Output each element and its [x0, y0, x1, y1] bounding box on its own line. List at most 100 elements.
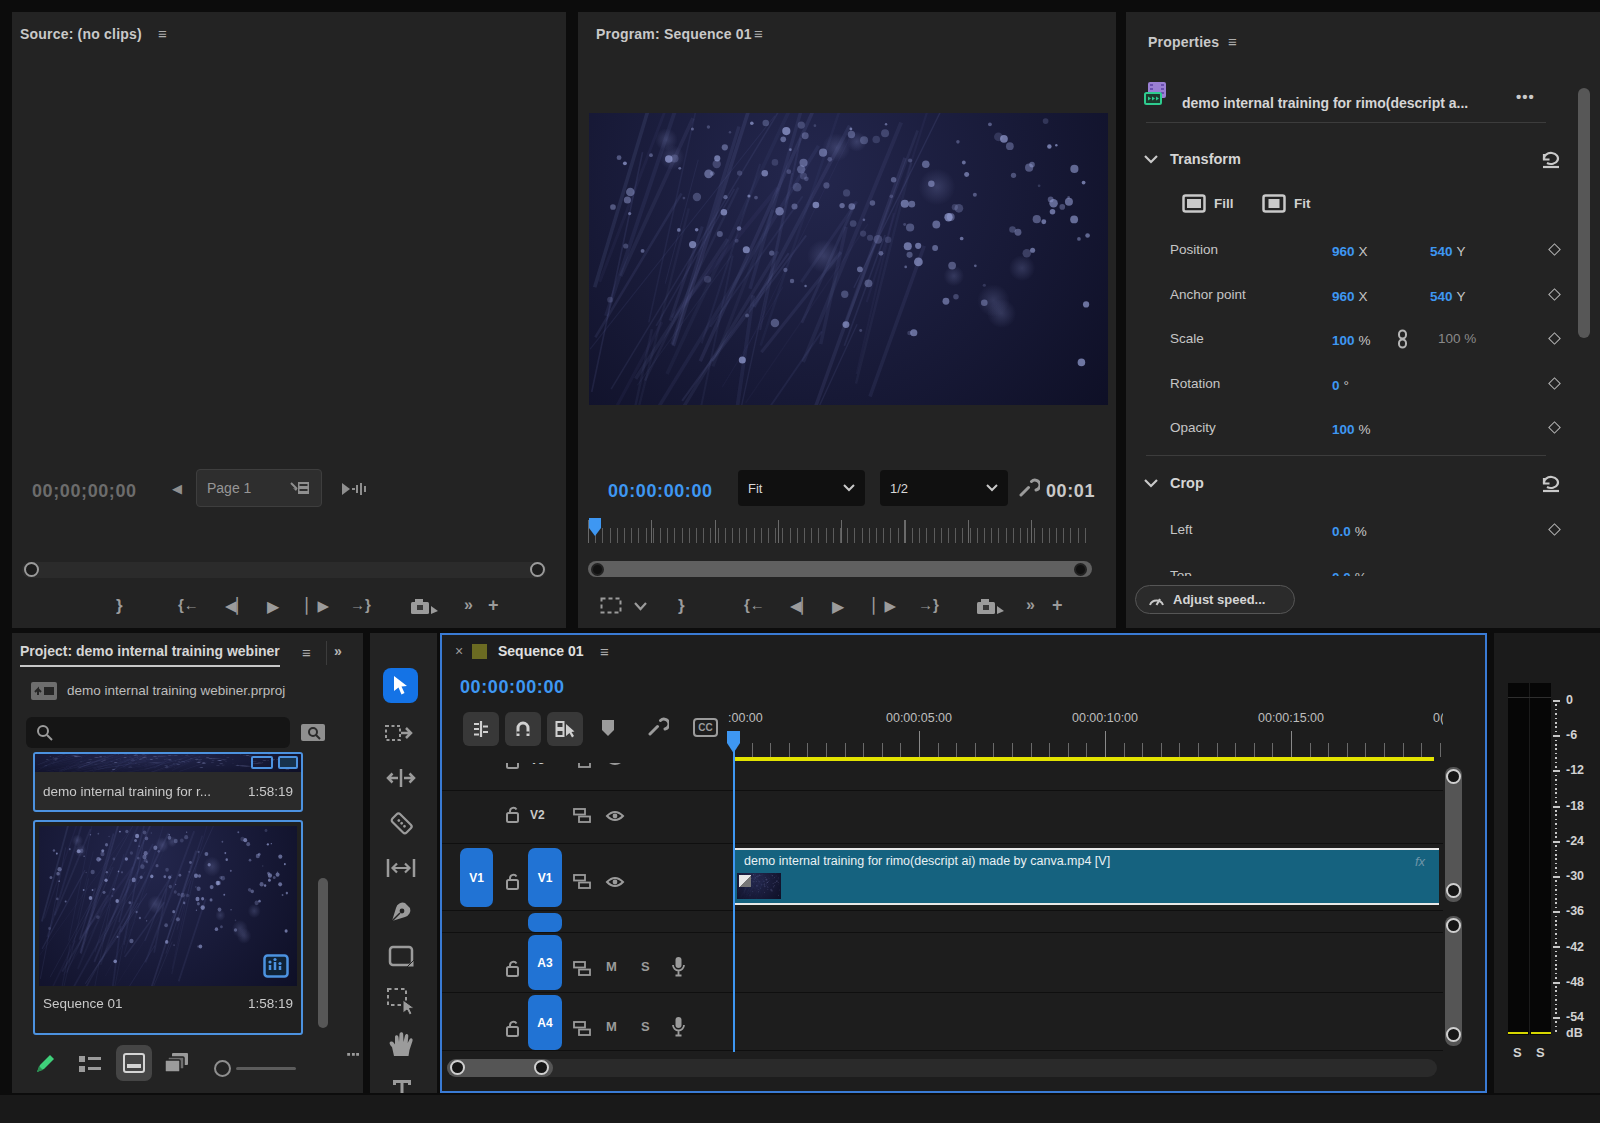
source-patch-icon[interactable] — [573, 961, 592, 976]
project-item-clip[interactable]: demo internal training for r... 1:58:19 — [33, 752, 303, 812]
scale-value[interactable]: 100% — [1332, 331, 1371, 349]
project-scrollbar[interactable] — [318, 878, 328, 1028]
linked-selection-button[interactable] — [547, 712, 583, 746]
timeline-panel-menu-icon[interactable]: ≡ — [600, 643, 609, 660]
expand-tabs-icon[interactable]: » — [334, 643, 342, 659]
project-file-name[interactable]: demo internal training webiner.prproj — [67, 683, 285, 698]
track-a3-target-button[interactable]: A3 — [528, 935, 562, 990]
freeform-view-icon[interactable] — [164, 1051, 190, 1075]
source-patch-icon[interactable] — [573, 763, 592, 768]
track-v3-label[interactable]: V3 — [530, 763, 545, 767]
rotation-value[interactable]: 0° — [1332, 376, 1349, 394]
edit-pencil-icon[interactable] — [34, 1053, 56, 1075]
captions-cc-button[interactable]: CC — [693, 718, 718, 737]
button-editor-icon[interactable]: » — [1026, 596, 1035, 614]
solo-button[interactable]: S — [641, 1019, 650, 1034]
add-marker-icon[interactable]: } — [116, 596, 123, 616]
track-lock-icon[interactable] — [505, 1019, 521, 1037]
ripple-edit-tool[interactable] — [385, 766, 417, 790]
export-frame-icon[interactable] — [410, 598, 440, 616]
search-bin-icon[interactable] — [300, 721, 326, 743]
ruler-major-ticks[interactable] — [733, 731, 1443, 757]
timeline-settings-wrench-icon[interactable] — [647, 717, 669, 739]
source-patch-icon[interactable] — [573, 1021, 592, 1036]
transform-section-label[interactable]: Transform — [1170, 151, 1241, 167]
source-patch-icon[interactable] — [573, 874, 592, 889]
source-panel-menu-icon[interactable]: ≡ — [158, 25, 167, 42]
source-scrollbar-right-handle[interactable] — [530, 562, 545, 577]
playback-resolution-dropdown[interactable]: 1/2 — [880, 470, 1008, 506]
anchor-x-value[interactable]: 960X — [1332, 287, 1368, 305]
timeline-clip[interactable]: demo internal training for rimo(descript… — [735, 848, 1439, 905]
program-panel-menu-icon[interactable]: ≡ — [754, 25, 763, 42]
source-patch-icon[interactable] — [573, 808, 592, 823]
position-keyframe-icon[interactable] — [1548, 243, 1561, 256]
track-visibility-eye-icon[interactable] — [605, 809, 625, 823]
settings-wrench-icon[interactable] — [1018, 478, 1040, 500]
step-back-icon[interactable]: ◀▏ — [790, 597, 813, 615]
track-a4-target-button[interactable]: A4 — [528, 995, 562, 1050]
scrollbar-zoom-handle[interactable] — [450, 1060, 465, 1075]
properties-scrollbar[interactable] — [1578, 88, 1590, 338]
track-visibility-eye-icon[interactable] — [605, 763, 625, 767]
snap-button[interactable] — [505, 712, 541, 746]
source-timecode[interactable]: 00;00;00;00 — [32, 481, 137, 502]
go-to-out-icon[interactable]: →} — [918, 596, 939, 613]
track-lock-icon[interactable] — [505, 763, 521, 769]
crop-left-value[interactable]: 0.0% — [1332, 522, 1367, 540]
play-around-icon[interactable] — [340, 481, 368, 497]
mute-button[interactable]: M — [606, 1019, 617, 1034]
program-transform-tool[interactable] — [386, 987, 416, 1015]
prev-page-icon[interactable]: ◀ — [172, 481, 182, 496]
project-item-sequence[interactable]: Sequence 01 1:58:19 — [33, 820, 303, 1035]
search-input[interactable] — [26, 717, 290, 748]
video-tracks-scrollbar[interactable] — [1445, 767, 1462, 902]
crop-collapse-icon[interactable] — [1144, 479, 1158, 488]
solo-button[interactable]: S — [641, 959, 650, 974]
type-tool[interactable] — [390, 1077, 414, 1093]
transform-reset-icon[interactable] — [1540, 151, 1562, 169]
fill-button-label[interactable]: Fill — [1214, 196, 1234, 211]
timeline-tab-label[interactable]: Sequence 01 — [498, 643, 584, 659]
pen-tool[interactable] — [389, 898, 415, 924]
slip-tool[interactable] — [386, 857, 416, 879]
position-y-value[interactable]: 540Y — [1430, 242, 1466, 260]
track-v2-label[interactable]: V2 — [530, 808, 545, 822]
program-scrollbar[interactable] — [588, 561, 1092, 577]
opacity-keyframe-icon[interactable] — [1548, 421, 1561, 434]
add-marker-icon[interactable]: } — [678, 596, 685, 616]
source-zoom-scrollbar[interactable] — [22, 562, 546, 578]
add-button-icon[interactable]: + — [1052, 595, 1063, 616]
hand-tool[interactable] — [387, 1031, 415, 1057]
meter-solo-left[interactable]: S — [1513, 1045, 1522, 1060]
zoom-slider-track[interactable] — [236, 1067, 296, 1070]
adjust-speed-button[interactable]: Adjust speed... — [1135, 585, 1295, 614]
project-tab[interactable]: Project: demo internal training webiner — [20, 643, 280, 667]
icon-view-button[interactable] — [116, 1045, 152, 1081]
play-icon[interactable]: ▶ — [832, 597, 844, 616]
scale-keyframe-icon[interactable] — [1548, 332, 1561, 345]
project-panel-menu-icon[interactable]: ≡ — [302, 644, 311, 661]
zoom-slider-knob[interactable] — [214, 1060, 231, 1077]
voiceover-mic-icon[interactable] — [671, 956, 686, 977]
track-select-forward-tool[interactable] — [385, 721, 417, 745]
scale-link-icon[interactable] — [1396, 329, 1409, 349]
step-back-icon[interactable]: ◀▏ — [225, 597, 248, 615]
track-lock-icon[interactable] — [505, 959, 521, 977]
meter-solo-right[interactable]: S — [1536, 1045, 1545, 1060]
transform-collapse-icon[interactable] — [1144, 155, 1158, 164]
fit-button-label[interactable]: Fit — [1294, 196, 1311, 211]
playhead-line[interactable] — [733, 731, 735, 1052]
program-timecode[interactable]: 00:00:00:00 — [608, 481, 713, 502]
track-lock-icon[interactable] — [505, 805, 521, 823]
go-to-in-icon[interactable]: {← — [178, 596, 199, 613]
chevron-down-icon[interactable] — [634, 602, 647, 611]
crop-reset-icon[interactable] — [1540, 475, 1562, 493]
selection-tool[interactable] — [383, 668, 418, 703]
anchor-keyframe-icon[interactable] — [1548, 288, 1561, 301]
go-to-out-icon[interactable]: →} — [350, 596, 371, 613]
project-home-icon[interactable] — [30, 681, 58, 701]
scrollbar-zoom-handle[interactable] — [1446, 883, 1461, 898]
source-scrollbar-left-handle[interactable] — [24, 562, 39, 577]
close-tab-icon[interactable]: × — [455, 643, 463, 659]
